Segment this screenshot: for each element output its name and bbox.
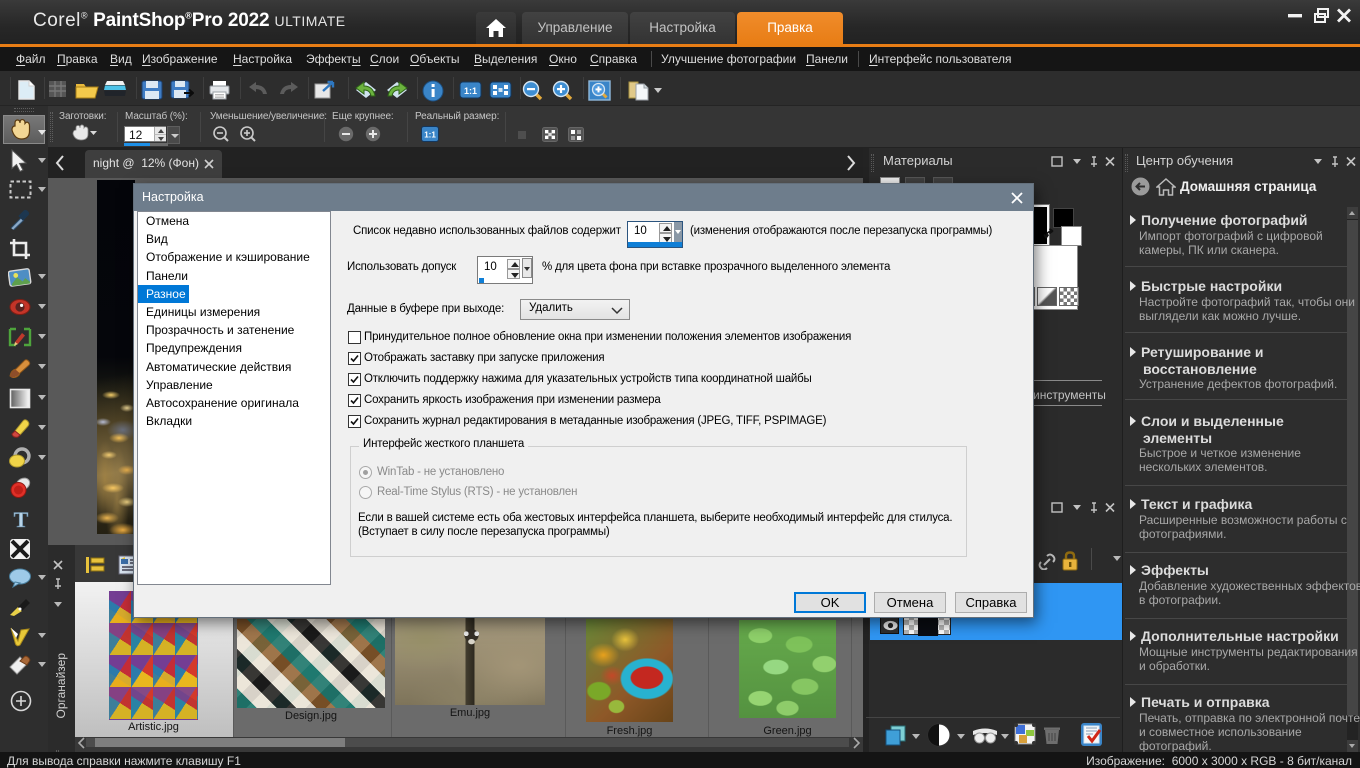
- svg-text:1:1: 1:1: [464, 86, 477, 96]
- svg-text:1:1: 1:1: [424, 131, 436, 140]
- svg-text:T: T: [14, 508, 29, 530]
